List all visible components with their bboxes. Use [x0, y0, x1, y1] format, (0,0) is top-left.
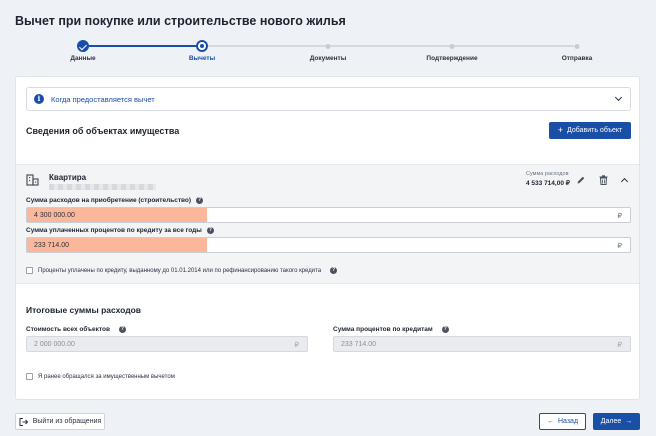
property-item: Квартира Сумма расходов 4 533 714,00 ₽ С… [16, 164, 639, 284]
property-type: Квартира [49, 173, 87, 182]
progress-stepper: Данные Вычеты Документы Подтверждение От… [16, 36, 640, 76]
exit-button-label: Выйти из обращения [32, 418, 102, 425]
info-accordion[interactable]: i Когда предоставляется вычет [26, 87, 631, 111]
interest-label: Сумма уплаченных процентов по кредиту за… [26, 227, 214, 234]
interest-total-label-text: Сумма процентов по кредитам [333, 326, 433, 333]
interest-value: 233 714.00 [34, 242, 70, 249]
objects-total-label: Стоимость всех объектов ? [26, 326, 126, 333]
expenses-input[interactable]: 4 300 000.00 ₽ [26, 207, 631, 223]
form-card: i Когда предоставляется вычет Сведения о… [15, 76, 640, 400]
step-data-label[interactable]: Данные [70, 55, 95, 62]
stepper-line-done [83, 45, 202, 47]
property-sum-label: Сумма расходов [526, 171, 569, 177]
help-icon[interactable]: ? [196, 197, 204, 204]
ruble-icon: ₽ [617, 213, 622, 220]
stepper-line-todo [202, 45, 574, 47]
building-icon [26, 174, 39, 186]
properties-section-title: Сведения об объектах имущества [26, 126, 180, 136]
step-documents-label: Документы [309, 55, 347, 62]
next-button[interactable]: Далее → [593, 413, 640, 430]
expenses-label: Сумма расходов на приобретение (строител… [26, 197, 204, 204]
step-documents-dot [325, 44, 331, 49]
interest-total-value: 233 714.00 [341, 341, 377, 348]
property-address-redacted [49, 184, 156, 190]
info-icon: i [34, 94, 44, 104]
step-deductions-label[interactable]: Вычеты [189, 55, 215, 62]
step-confirmation-dot [449, 44, 455, 49]
property-sum-value: 4 533 714,00 ₽ [526, 180, 570, 187]
back-button-label: Назад [557, 418, 579, 425]
step-sending-dot [574, 44, 580, 49]
interest-total-field: 233 714.00 ₽ [333, 336, 631, 352]
help-icon[interactable]: ? [330, 267, 338, 274]
previous-deduction-label: Я ранее обращался за имущественным вычет… [38, 374, 175, 380]
back-button[interactable]: ← Назад [539, 413, 586, 430]
ruble-icon: ₽ [294, 342, 299, 349]
chevron-down-icon[interactable] [614, 93, 623, 102]
trash-icon[interactable] [599, 175, 608, 185]
help-icon[interactable]: ? [118, 326, 126, 333]
expenses-value: 4 300 000.00 [34, 212, 75, 219]
arrow-right-icon: → [625, 418, 633, 425]
exit-button[interactable]: Выйти из обращения [15, 413, 105, 430]
add-object-button[interactable]: + Добавить объект [549, 122, 631, 139]
step-confirmation-label: Подтверждение [426, 55, 478, 62]
interest-label-text: Сумма уплаченных процентов по кредиту за… [26, 227, 202, 234]
old-credit-label-text: Проценты уплачены по кредиту, выданному … [38, 267, 322, 274]
add-object-label: Добавить объект [567, 127, 623, 134]
edit-icon[interactable] [576, 175, 586, 185]
arrow-left-icon: ← [546, 418, 554, 425]
step-sending-label: Отправка [561, 55, 593, 62]
exit-icon [19, 417, 28, 426]
old-credit-checkbox[interactable] [26, 267, 33, 274]
objects-total-value: 2 000 000.00 [34, 341, 75, 348]
chevron-up-icon[interactable] [620, 177, 629, 186]
step-deductions-dot[interactable] [196, 40, 208, 52]
objects-total-label-text: Стоимость всех объектов [26, 326, 110, 333]
ruble-icon: ₽ [617, 342, 622, 349]
page-title: Вычет при покупке или строительстве ново… [15, 14, 346, 28]
next-button-label: Далее [600, 418, 622, 425]
totals-title: Итоговые суммы расходов [26, 305, 142, 315]
old-credit-label: Проценты уплачены по кредиту, выданному … [38, 267, 338, 274]
interest-input[interactable]: 233 714.00 ₽ [26, 237, 631, 253]
objects-total-field: 2 000 000.00 ₽ [26, 336, 308, 352]
ruble-icon: ₽ [617, 243, 622, 250]
expenses-label-text: Сумма расходов на приобретение (строител… [26, 197, 192, 204]
step-data-dot[interactable] [77, 40, 89, 52]
interest-total-label: Сумма процентов по кредитам ? [333, 326, 449, 333]
help-icon[interactable]: ? [206, 227, 214, 234]
previous-deduction-checkbox[interactable] [26, 373, 33, 380]
help-icon[interactable]: ? [441, 326, 449, 333]
plus-icon: + [557, 125, 564, 135]
info-accordion-label: Когда предоставляется вычет [51, 95, 155, 104]
